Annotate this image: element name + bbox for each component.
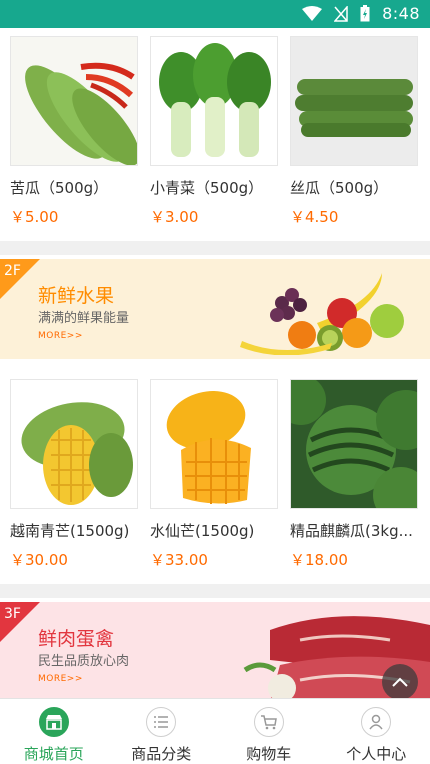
product-price: ￥5.00 — [10, 208, 59, 226]
home-scroll[interactable]: 苦瓜（500g） ￥5.00 小青菜（500g） ￥3.00 丝瓜（500g） … — [0, 28, 430, 698]
bottom-tab-bar: 商城首页 商品分类 购物车 个人中心 — [0, 698, 430, 764]
product-name: 精品麒麟瓜(3kg... — [290, 522, 413, 540]
meat-banner[interactable]: 3F 鲜肉蛋禽 民生品质放心肉 MORE>> — [0, 602, 430, 698]
banner-title: 鲜肉蛋禽 — [38, 628, 115, 650]
tab-label: 个人中心 — [346, 745, 407, 763]
watermelon-image — [290, 379, 418, 509]
yellow-mango-image — [150, 379, 278, 509]
user-icon — [361, 707, 392, 737]
product-name: 苦瓜（500g） — [10, 179, 109, 197]
green-mango-image — [10, 379, 138, 509]
more-link[interactable]: MORE>> — [38, 331, 83, 341]
floor-number: 2F — [4, 263, 21, 279]
product-card[interactable]: 越南青芒(1500g) ￥30.00 — [4, 379, 144, 570]
battery-icon — [360, 5, 370, 22]
floor-tag: 2F — [0, 259, 40, 299]
chevron-up-icon — [392, 677, 408, 687]
floor-number: 3F — [4, 606, 21, 622]
banner-subtitle: 民生品质放心肉 — [38, 654, 130, 669]
tab-category[interactable]: 商品分类 — [108, 699, 216, 764]
store-icon — [38, 707, 69, 737]
tab-label: 商城首页 — [23, 745, 84, 763]
luffa-image — [290, 36, 418, 166]
product-name: 越南青芒(1500g) — [10, 522, 130, 540]
product-price: ￥30.00 — [10, 551, 68, 569]
bok-choy-image — [150, 36, 278, 166]
tab-label: 购物车 — [246, 745, 292, 763]
status-icons: 8:48 — [302, 4, 420, 23]
floor-tag: 3F — [0, 602, 40, 642]
tab-profile[interactable]: 个人中心 — [323, 699, 430, 764]
product-grid-floor1: 苦瓜（500g） ￥5.00 小青菜（500g） ￥3.00 丝瓜（500g） … — [0, 28, 430, 227]
tab-home[interactable]: 商城首页 — [0, 699, 108, 764]
back-to-top-button[interactable] — [382, 664, 418, 700]
product-price: ￥18.00 — [290, 551, 348, 569]
tab-cart[interactable]: 购物车 — [215, 699, 323, 764]
cart-icon — [253, 707, 284, 737]
section-divider — [0, 584, 430, 598]
section-divider — [0, 241, 430, 255]
more-link[interactable]: MORE>> — [38, 674, 83, 684]
product-price: ￥3.00 — [150, 208, 199, 226]
status-bar: 8:48 — [0, 0, 430, 28]
product-name: 丝瓜（500g） — [290, 179, 389, 197]
bitter-melon-image — [10, 36, 138, 166]
fruit-pile-image — [240, 273, 404, 355]
no-signal-icon — [334, 5, 348, 22]
list-icon — [146, 707, 177, 737]
fruit-banner[interactable]: 2F 新鲜水果 满满的鲜果能量 MORE>> — [0, 259, 430, 359]
banner-title: 新鲜水果 — [38, 285, 115, 307]
product-name: 小青菜（500g） — [150, 179, 264, 197]
product-price: ￥33.00 — [150, 551, 208, 569]
product-grid-floor2: 越南青芒(1500g) ￥30.00 水仙芒(1500g) ￥33.00 精品麒… — [0, 363, 430, 570]
banner-subtitle: 满满的鲜果能量 — [38, 311, 130, 326]
product-price: ￥4.50 — [290, 208, 339, 226]
product-card[interactable]: 精品麒麟瓜(3kg... ￥18.00 — [284, 379, 424, 570]
product-card[interactable]: 小青菜（500g） ￥3.00 — [144, 36, 284, 227]
product-card[interactable]: 水仙芒(1500g) ￥33.00 — [144, 379, 284, 570]
tab-label: 商品分类 — [131, 745, 192, 763]
wifi-icon — [302, 5, 323, 21]
product-name: 水仙芒(1500g) — [150, 522, 255, 540]
status-time: 8:48 — [382, 4, 420, 23]
product-card[interactable]: 丝瓜（500g） ￥4.50 — [284, 36, 424, 227]
product-card[interactable]: 苦瓜（500g） ￥5.00 — [4, 36, 144, 227]
